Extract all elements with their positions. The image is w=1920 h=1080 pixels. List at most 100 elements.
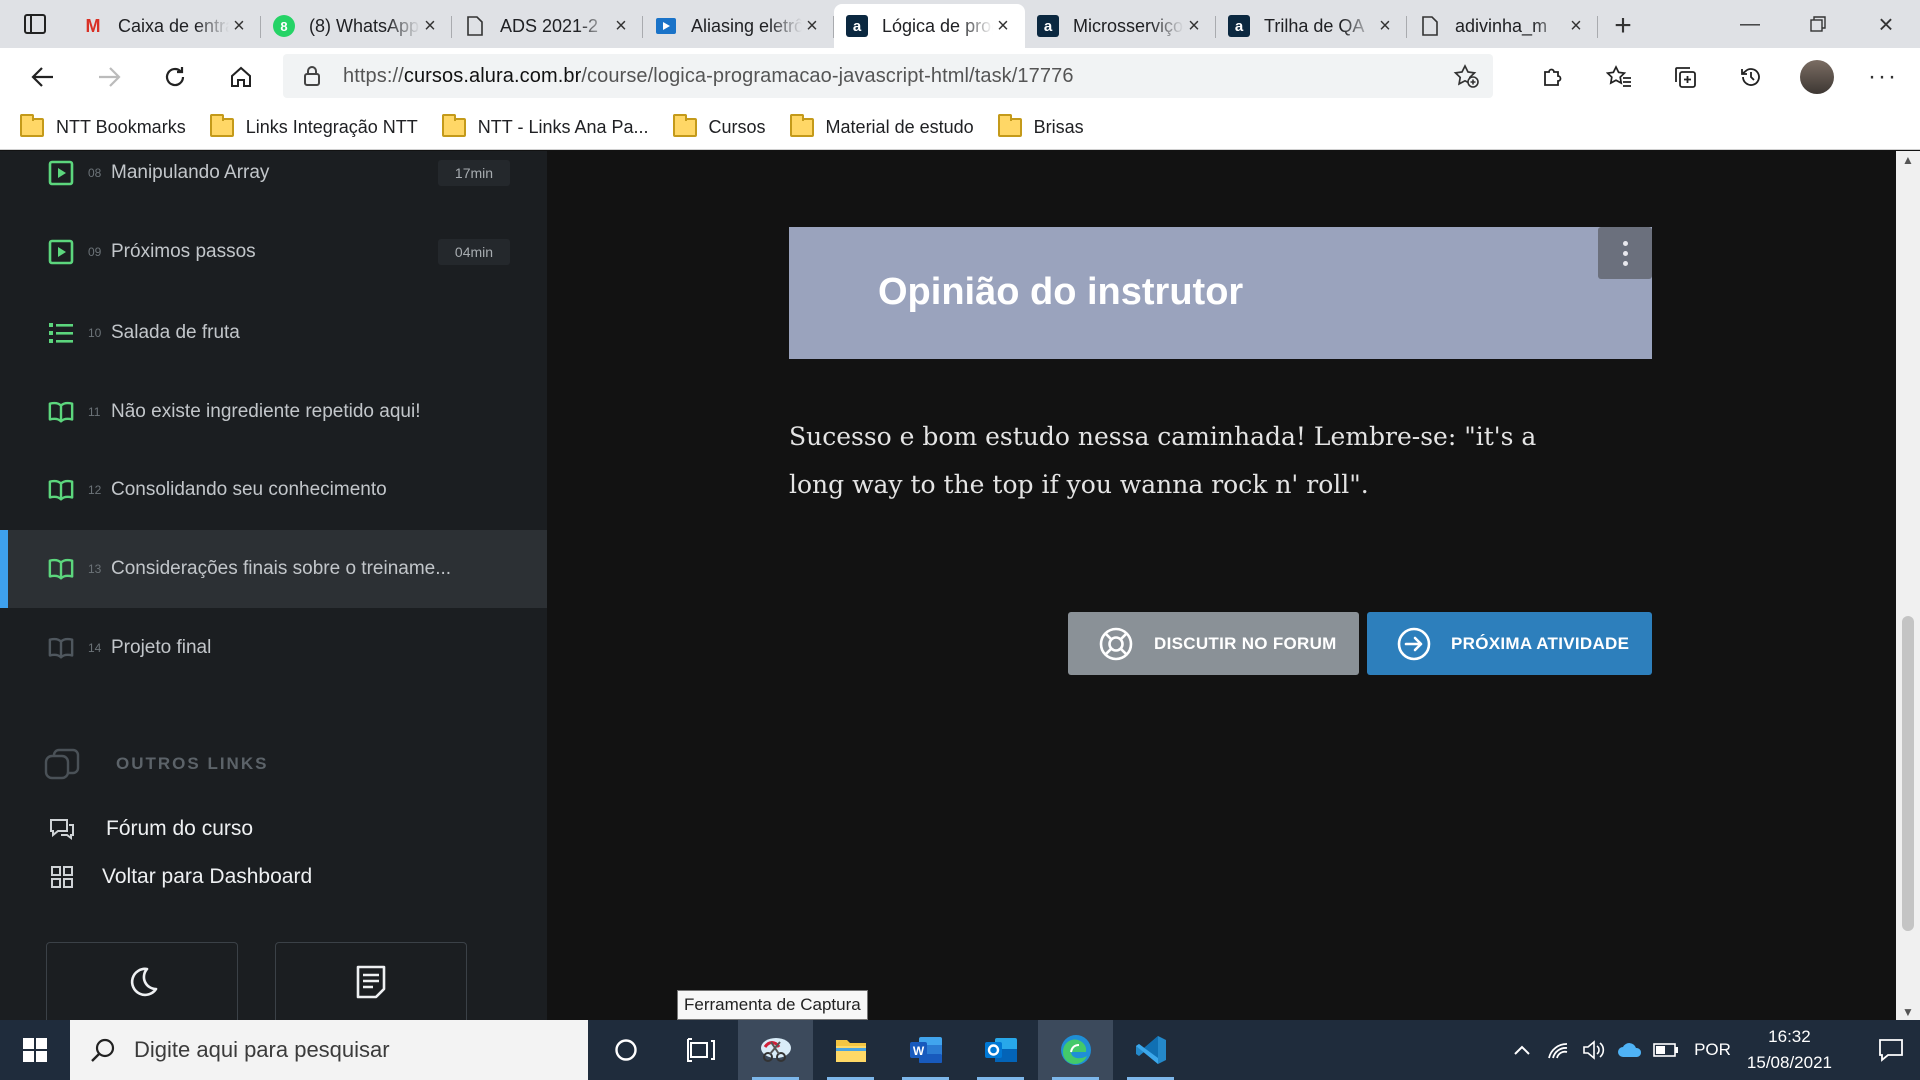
bookmark-ntt-links-ana[interactable]: NTT - Links Ana Pa... (441, 114, 649, 138)
lesson-item[interactable]: 12 Consolidando seu conhecimento (0, 451, 547, 529)
taskbar-search-input[interactable]: Digite aqui para pesquisar (70, 1020, 588, 1080)
alura-icon: a (1037, 15, 1059, 37)
new-tab-button[interactable]: + (1598, 4, 1648, 48)
vscode-app[interactable] (1113, 1020, 1188, 1080)
section-banner: Opinião do instrutor (789, 227, 1652, 359)
url-input[interactable]: https://cursos.alura.com.br/course/logic… (283, 54, 1493, 98)
page-scrollbar[interactable]: ▲ ▼ (1896, 151, 1920, 1021)
bookmark-links-integracao[interactable]: Links Integração NTT (209, 114, 418, 138)
cortana-button[interactable] (588, 1020, 663, 1080)
system-clock[interactable]: 16:32 15/08/2021 (1747, 1024, 1832, 1076)
links-icon (44, 748, 80, 780)
favorites-button[interactable] (1586, 65, 1652, 89)
favorites-icon (1606, 65, 1631, 87)
word-app[interactable]: W (888, 1020, 963, 1080)
minimize-button[interactable]: — (1716, 0, 1784, 48)
task-view-icon (686, 1038, 715, 1062)
tab-logica-programacao[interactable]: a Lógica de programação × (834, 4, 1025, 48)
onedrive-button[interactable] (1612, 1042, 1648, 1058)
profile-button[interactable] (1784, 60, 1850, 94)
svg-text:W: W (912, 1044, 924, 1058)
close-tab-icon[interactable]: × (1184, 15, 1204, 38)
bookmark-cursos[interactable]: Cursos (672, 114, 766, 138)
snipping-tool-app[interactable] (738, 1020, 813, 1080)
tab-gmail[interactable]: M Caixa de entrada × (70, 4, 261, 48)
options-menu-button[interactable] (1598, 227, 1652, 279)
history-icon (1741, 68, 1760, 86)
tab-whatsapp[interactable]: 8 (8) WhatsApp × (261, 4, 452, 48)
tab-aliasing[interactable]: Aliasing eletrônico × (643, 4, 834, 48)
settings-menu-button[interactable]: ··· (1850, 63, 1916, 91)
forward-button[interactable] (76, 48, 142, 106)
tab-actions-button[interactable] (0, 0, 70, 48)
arrow-right-icon (99, 67, 121, 87)
close-tab-icon[interactable]: × (1375, 15, 1395, 38)
restore-button[interactable] (1784, 0, 1852, 48)
scroll-up-arrow[interactable]: ▲ (1896, 153, 1920, 167)
input-language[interactable]: POR (1694, 1040, 1731, 1060)
browser-toolbar: ··· (1520, 48, 1920, 106)
notes-button[interactable] (275, 942, 467, 1021)
close-window-button[interactable]: × (1852, 0, 1920, 48)
lesson-item[interactable]: 14 Projeto final (0, 609, 547, 687)
home-button[interactable] (208, 48, 274, 106)
back-to-dashboard-link[interactable]: Voltar para Dashboard (48, 865, 312, 889)
close-tab-icon[interactable]: × (993, 15, 1013, 38)
tab-trilha-qa[interactable]: a Trilha de QA × (1216, 4, 1407, 48)
lesson-label: Não existe ingrediente repetido aqui! (111, 401, 421, 422)
close-tab-icon[interactable]: × (229, 15, 249, 38)
next-activity-button[interactable]: PRÓXIMA ATIVIDADE (1367, 612, 1652, 675)
folder-icon (672, 114, 697, 137)
video-icon (655, 15, 677, 37)
close-tab-icon[interactable]: × (1566, 15, 1586, 38)
wifi-icon (1548, 1043, 1568, 1059)
scroll-down-arrow[interactable]: ▼ (1896, 1005, 1920, 1019)
start-button[interactable] (0, 1020, 70, 1080)
close-tab-icon[interactable]: × (802, 15, 822, 38)
lesson-item[interactable]: 11 Não existe ingrediente repetido aqui! (0, 373, 547, 451)
extensions-button[interactable] (1520, 65, 1586, 89)
url-path: /course/logica-programacao-javascript-ht… (581, 64, 1074, 87)
outlook-app[interactable] (963, 1020, 1038, 1080)
lesson-item[interactable]: 09 Próximos passos 04min (0, 213, 547, 291)
dark-mode-toggle[interactable] (46, 942, 238, 1021)
collections-button[interactable] (1652, 65, 1718, 89)
bookmark-brisas[interactable]: Brisas (997, 114, 1084, 138)
notifications-button[interactable] (1862, 1038, 1920, 1062)
lesson-item[interactable]: 10 Salada de fruta (0, 294, 547, 372)
lifebuoy-icon (1098, 626, 1134, 662)
volume-button[interactable] (1576, 1040, 1612, 1060)
course-forum-link[interactable]: Fórum do curso (48, 817, 253, 841)
scrollbar-thumb[interactable] (1902, 616, 1914, 931)
close-tab-icon[interactable]: × (611, 15, 631, 38)
home-icon (231, 66, 251, 87)
tab-adivinha[interactable]: adivinha_m × (1407, 4, 1598, 48)
refresh-button[interactable] (142, 48, 208, 106)
lesson-number: 13 (88, 562, 102, 576)
task-view-button[interactable] (663, 1020, 738, 1080)
lesson-item[interactable]: 08 Manipulando Array 17min (0, 151, 547, 212)
tab-ads[interactable]: ADS 2021-2 × (452, 4, 643, 48)
add-favorite-button[interactable] (1453, 64, 1479, 93)
edge-app[interactable] (1038, 1020, 1113, 1080)
network-button[interactable] (1540, 1041, 1576, 1059)
tab-microsservicos[interactable]: a Microsserviços × (1025, 4, 1216, 48)
back-to-dashboard-label: Voltar para Dashboard (102, 865, 313, 888)
chevron-up-icon (1514, 1045, 1530, 1055)
bookmark-material-estudo[interactable]: Material de estudo (789, 114, 974, 138)
puzzle-icon (1544, 68, 1562, 86)
history-button[interactable] (1718, 65, 1784, 89)
back-button[interactable] (10, 48, 76, 106)
battery-button[interactable] (1648, 1043, 1684, 1057)
discuss-forum-label: DISCUTIR NO FORUM (1154, 633, 1337, 653)
folder-icon (835, 1040, 866, 1062)
discuss-forum-button[interactable]: DISCUTIR NO FORUM (1068, 612, 1359, 675)
lesson-item-current[interactable]: 13 Considerações finais sobre o treiname… (0, 530, 547, 608)
window-controls: — × (1716, 0, 1920, 48)
close-tab-icon[interactable]: × (420, 15, 440, 38)
system-tray: POR 16:32 15/08/2021 (1504, 1020, 1920, 1080)
show-hidden-icons-button[interactable] (1504, 1044, 1540, 1056)
file-explorer-app[interactable] (813, 1020, 888, 1080)
lesson-number: 10 (88, 326, 102, 340)
bookmark-ntt-bookmarks[interactable]: NTT Bookmarks (20, 114, 186, 138)
